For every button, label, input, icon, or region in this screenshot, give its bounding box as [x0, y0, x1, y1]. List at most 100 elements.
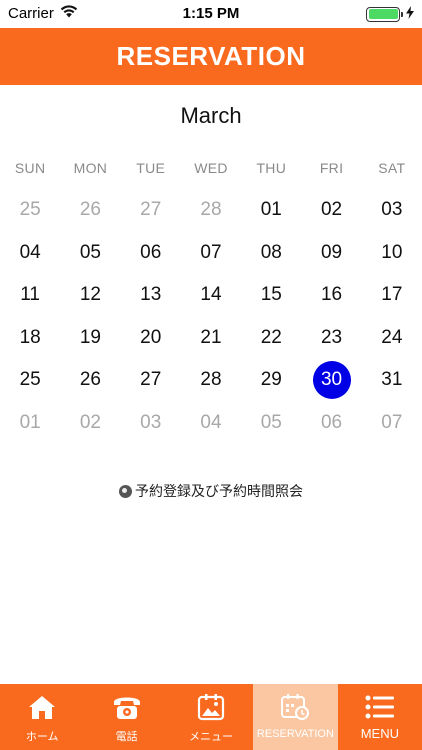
calendar-day[interactable]: 09 [301, 232, 361, 275]
calendar-day[interactable]: 19 [60, 317, 120, 360]
calendar-day-number: 13 [140, 284, 162, 306]
calendar-day-number: 06 [320, 411, 343, 433]
status-right [366, 6, 414, 22]
calendar-day-number: 21 [200, 326, 222, 348]
calendar-day[interactable]: 15 [241, 274, 301, 317]
weekday-label: SAT [378, 160, 406, 176]
home-icon [27, 692, 57, 722]
calendar-day-number: 29 [260, 369, 282, 391]
calendar-day[interactable]: 07 [181, 232, 241, 275]
calendar-day[interactable]: 13 [121, 274, 181, 317]
calendar-day[interactable]: 16 [301, 274, 361, 317]
tab-home-label: ホーム [25, 731, 59, 743]
calendar-day-number: 18 [19, 326, 41, 348]
calendar-day[interactable]: 10 [362, 232, 422, 275]
calendar-day[interactable]: 14 [181, 274, 241, 317]
calendar-day[interactable]: 06 [121, 232, 181, 275]
calendar-day-number: 28 [200, 369, 222, 391]
weekday-label: SUN [14, 160, 46, 176]
calendar-day[interactable]: 08 [241, 232, 301, 275]
calendar-day-number: 01 [19, 411, 41, 433]
calendar-day[interactable]: 06 [301, 402, 361, 445]
calendar-day-number: 08 [260, 241, 282, 263]
calendar-day[interactable]: 07 [362, 402, 422, 445]
calendar-day[interactable]: 27 [121, 359, 181, 402]
calendar-day-number: 03 [381, 199, 403, 221]
calendar-day-number: 11 [20, 284, 40, 306]
calendar-day-number: 03 [140, 411, 162, 433]
calendar-day[interactable]: 18 [0, 317, 60, 360]
calendar-day-number: 26 [79, 369, 101, 391]
weekday-label: FRI [319, 160, 344, 176]
month-title: March [180, 103, 242, 128]
calendar-day[interactable]: 03 [121, 402, 181, 445]
calendar-day[interactable]: 31 [362, 359, 422, 402]
calendar-day-number: 31 [381, 369, 403, 391]
calendar-day-number: 17 [381, 284, 403, 306]
calendar-day[interactable]: 28 [181, 189, 241, 232]
calendar-day-number: 06 [140, 241, 162, 263]
page-title: RESERVATION [116, 41, 306, 71]
tab-home[interactable]: ホーム [0, 684, 84, 750]
calendar-day-number: 23 [320, 326, 343, 348]
calendar-day[interactable]: 04 [0, 232, 60, 275]
tab-reservation[interactable]: RESERVATION [253, 684, 338, 750]
calendar-day-number: 19 [79, 326, 101, 348]
calendar-day[interactable]: 21 [181, 317, 241, 360]
calendar-day[interactable]: 20 [121, 317, 181, 360]
tab-menu-photo[interactable]: メニュー [169, 684, 253, 750]
calendar-day-number: 07 [381, 411, 403, 433]
calendar-day-number: 25 [19, 369, 41, 391]
calendar-day-number: 01 [260, 199, 282, 221]
calendar-day[interactable]: 12 [60, 274, 120, 317]
calendar-day[interactable]: 17 [362, 274, 422, 317]
menu-photo-icon [196, 692, 226, 722]
calendar-day-number: 09 [320, 241, 343, 263]
calendar-day-number: 27 [140, 199, 162, 221]
globe-icon [119, 484, 132, 498]
calendar-day[interactable]: 27 [121, 189, 181, 232]
calendar-day-number: 27 [140, 369, 162, 391]
calendar-day-number: 14 [200, 284, 222, 306]
status-bar: Carrier 1:15 PM [0, 0, 422, 28]
phone-icon [112, 692, 142, 722]
weekday-label: TUE [136, 160, 166, 176]
calendar-day[interactable]: 22 [241, 317, 301, 360]
calendar-day-number: 26 [79, 199, 101, 221]
tab-reservation-label: RESERVATION [256, 728, 334, 740]
tab-menu-photo-label: メニュー [189, 731, 234, 743]
calendar-day[interactable]: 02 [60, 402, 120, 445]
calendar-day-selected[interactable]: 30 [301, 359, 361, 402]
calendar-day-number: 28 [200, 199, 222, 221]
calendar-day[interactable]: 25 [0, 359, 60, 402]
calendar-day[interactable]: 03 [362, 189, 422, 232]
calendar-day[interactable]: 23 [301, 317, 361, 360]
calendar-day[interactable]: 26 [60, 359, 120, 402]
calendar-day[interactable]: 25 [0, 189, 60, 232]
weekday-label: WED [194, 160, 228, 176]
calendar-day-number: 20 [140, 326, 162, 348]
calendar-day[interactable]: 05 [60, 232, 120, 275]
calendar-day[interactable]: 24 [362, 317, 422, 360]
calendar-day-number: 30 [312, 361, 351, 400]
calendar-day[interactable]: 05 [241, 402, 301, 445]
calendar-day[interactable]: 01 [0, 402, 60, 445]
tab-phone[interactable]: 電話 [84, 684, 168, 750]
calendar-day[interactable]: 26 [60, 189, 120, 232]
calendar-day[interactable]: 28 [181, 359, 241, 402]
calendar-day[interactable]: 11 [0, 274, 60, 317]
calendar-day-number: 02 [79, 411, 101, 433]
calendar-day-number: 05 [79, 241, 101, 263]
weekday-header: SUN MON TUE WED THU FRI SAT [0, 160, 422, 176]
reservation-link[interactable]: 予約登録及び予約時間照会 [0, 481, 422, 501]
calendar-day[interactable]: 01 [241, 189, 301, 232]
calendar-day-number: 16 [320, 284, 343, 306]
calendar-day[interactable]: 02 [301, 189, 361, 232]
tab-menu[interactable]: MENU [338, 684, 422, 750]
calendar-grid: 25 26 27 28 01 02 03 04 05 06 07 08 09 10 11 12 13 14 15 16… [0, 189, 422, 444]
calendar-day[interactable]: 29 [241, 359, 301, 402]
calendar-day-number: 02 [320, 199, 343, 221]
calendar-day-number: 05 [260, 411, 282, 433]
calendar-day[interactable]: 04 [181, 402, 241, 445]
weekday-label: MON [73, 160, 108, 176]
